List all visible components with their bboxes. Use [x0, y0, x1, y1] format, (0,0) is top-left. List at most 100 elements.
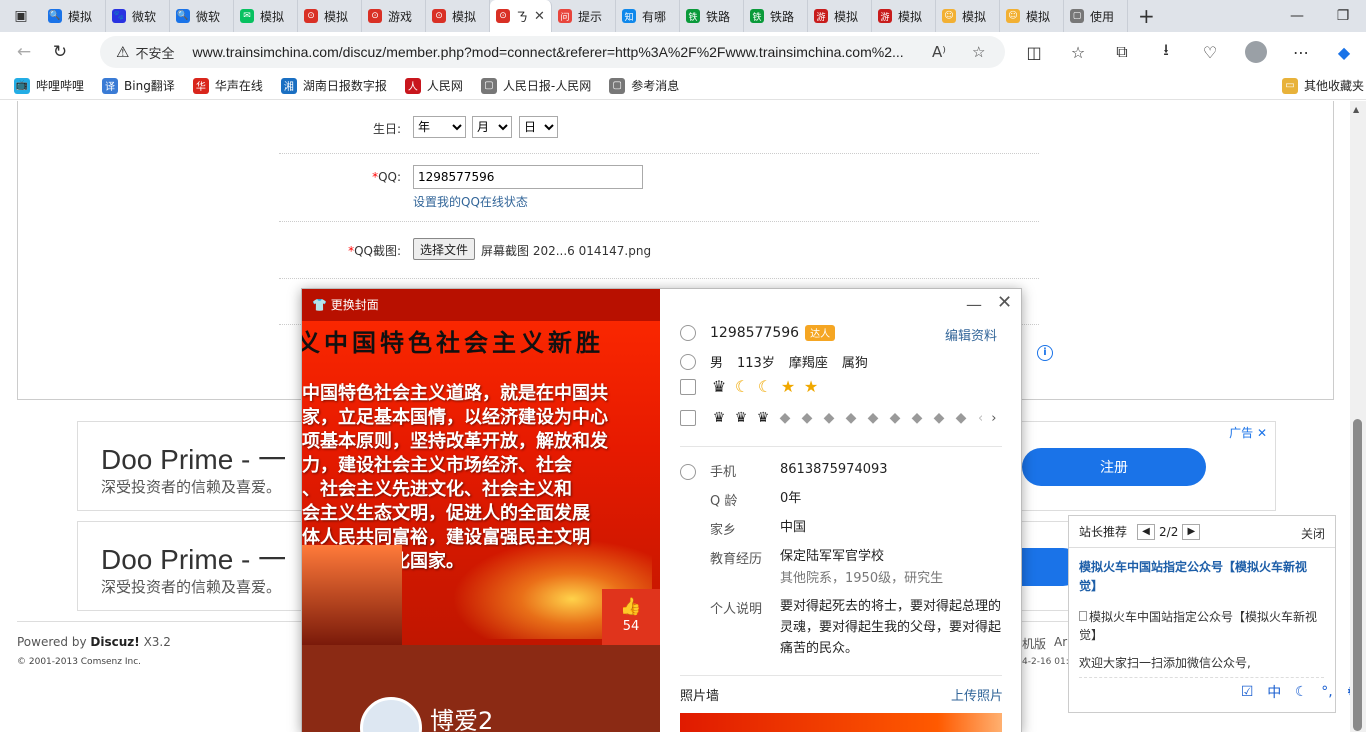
- warning-icon[interactable]: ⚠: [116, 43, 129, 61]
- birth-month-select[interactable]: 月: [472, 116, 512, 138]
- prev-icon[interactable]: ◀: [1137, 523, 1156, 540]
- security-label[interactable]: 不安全: [135, 43, 174, 62]
- ad-subtitle[interactable]: 深受投资者的信赖及喜爱。: [101, 476, 281, 497]
- restore-icon[interactable]: ❐: [1320, 0, 1366, 32]
- tab-14[interactable]: ☺ 模拟: [936, 0, 1000, 32]
- address-bar[interactable]: ⚠ 不安全 www.trainsimchina.com/discuz/membe…: [100, 36, 1005, 68]
- tab-actions-icon[interactable]: ▣: [12, 7, 30, 25]
- footer-link[interactable]: Ar: [1054, 635, 1067, 649]
- powered-product[interactable]: Discuz!: [90, 635, 139, 649]
- recommend-close-button[interactable]: 关闭: [1301, 525, 1325, 542]
- tab-11[interactable]: 铁铁路: [744, 0, 808, 32]
- like-button[interactable]: 👍 54: [602, 589, 660, 645]
- next-icon[interactable]: ▶: [1182, 523, 1201, 540]
- collections-icon[interactable]: ⧉: [1106, 36, 1138, 68]
- avatar[interactable]: [360, 697, 422, 732]
- recommend-image[interactable]: 模拟火车中国站指定公众号【模拟火车新视觉】: [1079, 608, 1324, 644]
- birth-day-select[interactable]: 日: [519, 116, 558, 138]
- bookmark-item[interactable]: 湘湖南日报数字报: [280, 77, 387, 94]
- choose-file-button[interactable]: 选择文件: [413, 238, 476, 260]
- diamond-icon[interactable]: ◆: [908, 409, 926, 427]
- ad-title[interactable]: Doo Prime - 一: [101, 438, 286, 478]
- bookmark-item[interactable]: ▢ 人民日报-人民网: [480, 77, 591, 94]
- tab-7[interactable]: ⊙ ㄋ ✕: [490, 0, 552, 32]
- crown-icon[interactable]: ♛: [754, 409, 772, 427]
- talent-badge[interactable]: 达人: [805, 325, 836, 341]
- birth-year-select[interactable]: 年: [413, 116, 466, 138]
- split-screen-icon[interactable]: ◫: [1018, 36, 1050, 68]
- tab-5[interactable]: ⊙ 游戏: [362, 0, 426, 32]
- url-text[interactable]: www.trainsimchina.com/discuz/member.php?…: [192, 44, 912, 60]
- copilot-icon[interactable]: ◆: [1328, 36, 1360, 68]
- diamond-icon[interactable]: ◆: [886, 409, 904, 427]
- tab-8[interactable]: 问提示: [552, 0, 616, 32]
- close-popup-icon[interactable]: ✕: [997, 292, 1012, 313]
- badges-next-icon[interactable]: ›: [991, 411, 996, 426]
- diamond-icon[interactable]: ◆: [820, 409, 838, 427]
- more-menu-icon[interactable]: ⋯: [1285, 36, 1317, 68]
- qq-input[interactable]: [413, 165, 643, 189]
- ad-close-tag[interactable]: 广告 ✕: [1229, 424, 1267, 441]
- ad-register-button[interactable]: 注册: [1022, 448, 1206, 486]
- crown-icon[interactable]: ♛: [732, 409, 750, 427]
- downloads-icon[interactable]: ⭳: [1150, 36, 1182, 68]
- punctuation-icon[interactable]: °,: [1321, 684, 1332, 700]
- favorite-star-icon[interactable]: ☆: [972, 43, 985, 61]
- minimize-popup-icon[interactable]: —: [966, 295, 982, 314]
- bookmark-item[interactable]: 📺 哔哩哔哩: [14, 77, 84, 94]
- close-tab-icon[interactable]: ✕: [534, 9, 545, 24]
- new-tab-button[interactable]: +: [1138, 4, 1155, 28]
- bookmark-item[interactable]: 华华声在线: [192, 77, 263, 94]
- ime-toggle-icon[interactable]: ☑: [1241, 684, 1254, 700]
- refresh-button[interactable]: ↻: [44, 36, 76, 68]
- bookmark-item[interactable]: 译 Bing翻译: [102, 77, 175, 94]
- badges-prev-icon[interactable]: ‹: [978, 411, 983, 426]
- diamond-icon[interactable]: ◆: [864, 409, 882, 427]
- tab-15[interactable]: ☺ 模拟: [1000, 0, 1064, 32]
- moon-icon[interactable]: ☾: [1295, 684, 1308, 700]
- diamond-icon[interactable]: ◆: [798, 409, 816, 427]
- ime-mode[interactable]: 中: [1267, 682, 1281, 702]
- bookmark-item[interactable]: ▢ 参考消息: [609, 77, 679, 94]
- info-icon[interactable]: i: [1037, 345, 1053, 361]
- diamond-icon[interactable]: ◆: [930, 409, 948, 427]
- ad-title[interactable]: Doo Prime - 一: [101, 538, 286, 578]
- footer-link-mobile[interactable]: 机版: [1022, 635, 1046, 652]
- back-button[interactable]: ←: [8, 36, 40, 68]
- profile-avatar[interactable]: [1240, 36, 1272, 68]
- tab-2[interactable]: 🔍 微软: [170, 0, 234, 32]
- edit-profile-link[interactable]: 编辑资料: [945, 325, 997, 344]
- page-scrollbar[interactable]: ▲: [1350, 101, 1366, 732]
- tab-13[interactable]: 游模拟: [872, 0, 936, 32]
- tab-12[interactable]: 游模拟: [808, 0, 872, 32]
- change-cover-button[interactable]: 👕 更换封面: [312, 296, 379, 313]
- tab-9[interactable]: 知有哪: [616, 0, 680, 32]
- tab-0[interactable]: 🔍 模拟: [42, 0, 106, 32]
- tab-10[interactable]: 铁铁路: [680, 0, 744, 32]
- minimize-icon[interactable]: —: [1274, 0, 1320, 32]
- ad-subtitle[interactable]: 深受投资者的信赖及喜爱。: [101, 576, 281, 597]
- scroll-up-icon[interactable]: ▲: [1353, 105, 1359, 114]
- bookmark-label: 参考消息: [631, 79, 680, 93]
- diamond-icon[interactable]: ◆: [842, 409, 860, 427]
- tab-1[interactable]: 🐾 微软: [106, 0, 170, 32]
- bookmark-item[interactable]: 人人民网: [404, 77, 463, 94]
- scroll-thumb[interactable]: [1353, 419, 1362, 731]
- diamond-icon[interactable]: ◆: [952, 409, 970, 427]
- crown-icon[interactable]: ♛: [710, 409, 728, 427]
- read-aloud-icon[interactable]: A⁾: [932, 43, 946, 61]
- diamond-icon[interactable]: ◆: [776, 409, 794, 427]
- other-bookmarks[interactable]: ▭ 其他收藏夹: [1282, 77, 1364, 94]
- thumbs-up-icon[interactable]: 👍: [602, 597, 660, 617]
- performance-icon[interactable]: ♡: [1194, 36, 1226, 68]
- upload-photo-link[interactable]: 上传照片: [951, 685, 1003, 704]
- tab-4[interactable]: ⊙ 模拟: [298, 0, 362, 32]
- qq-status-link[interactable]: 设置我的QQ在线状态: [413, 193, 528, 210]
- recommend-headline[interactable]: 模拟火车中国站指定公众号【模拟火车新视觉】: [1079, 558, 1324, 596]
- change-cover-label[interactable]: 更换封面: [331, 298, 379, 312]
- photo-thumbnail[interactable]: [680, 713, 1002, 732]
- tab-6[interactable]: ⊙ 模拟: [426, 0, 490, 32]
- tab-16[interactable]: ▢ 使用: [1064, 0, 1128, 32]
- tab-3[interactable]: ✉ 模拟: [234, 0, 298, 32]
- favorites-icon[interactable]: ☆: [1062, 36, 1094, 68]
